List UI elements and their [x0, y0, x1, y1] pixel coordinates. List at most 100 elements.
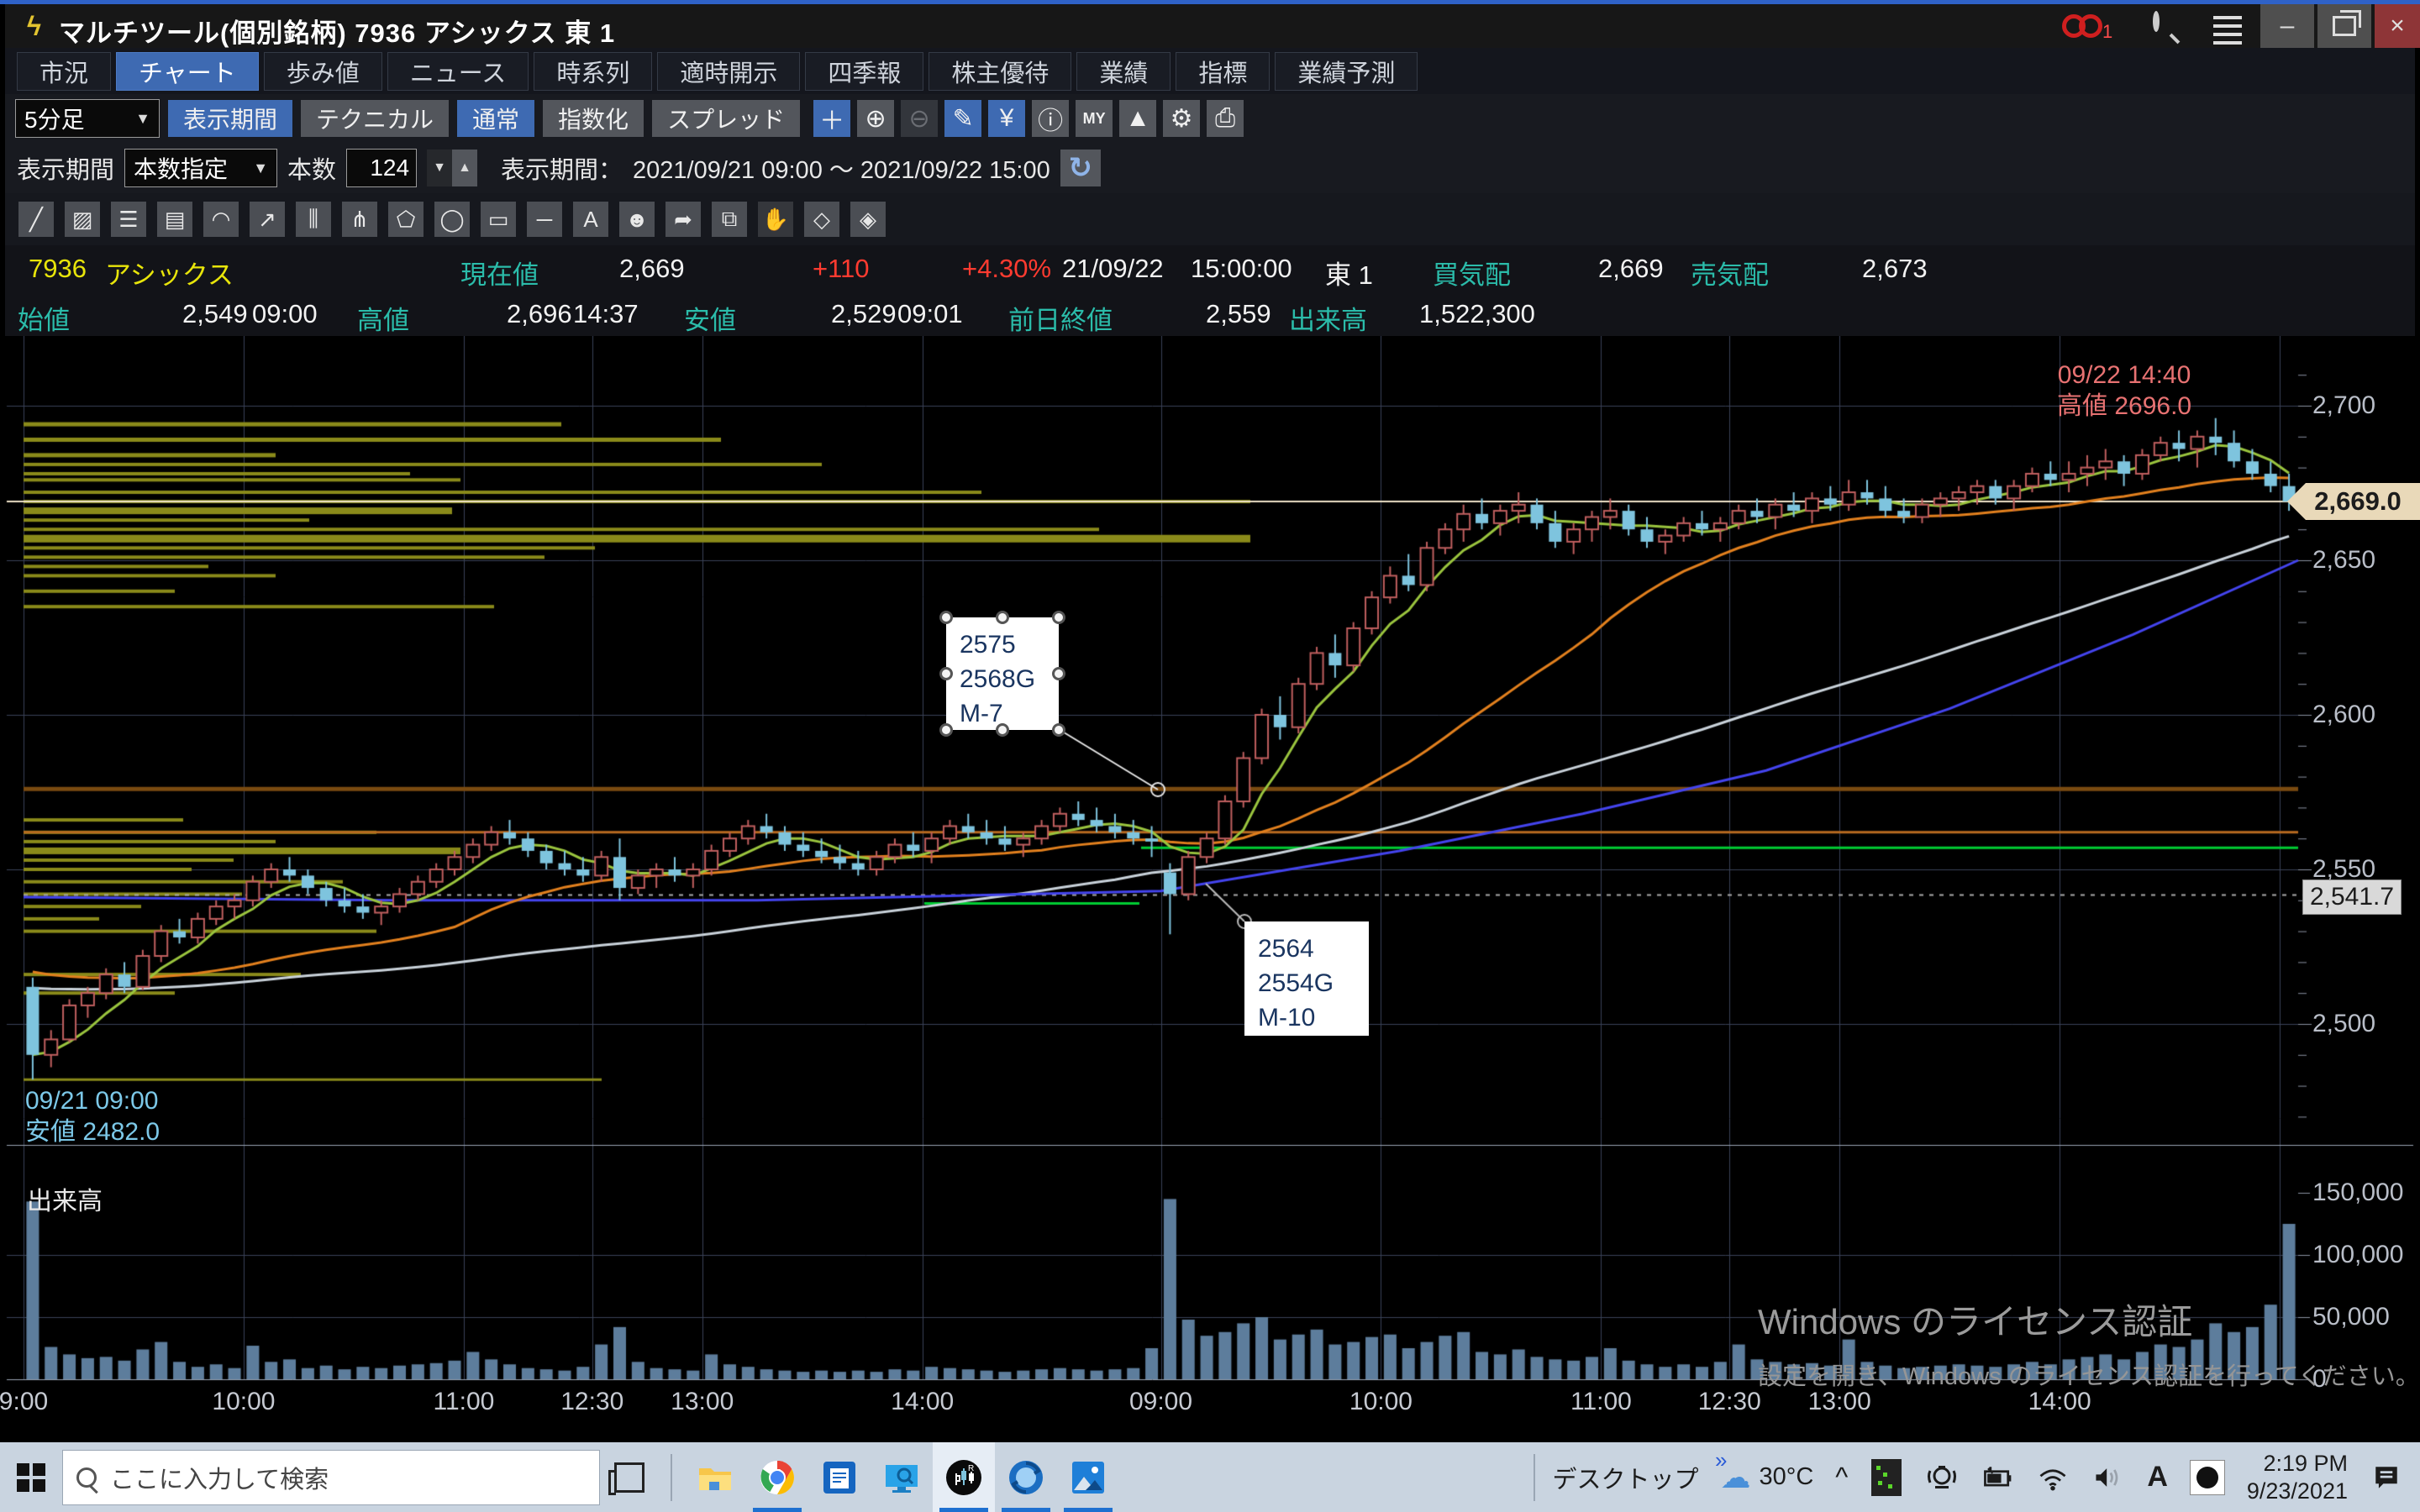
bar-count-input[interactable]: [346, 149, 417, 187]
selection-handle[interactable]: [1052, 611, 1065, 624]
start-button[interactable]: [0, 1442, 62, 1512]
menu-hamburger-icon[interactable]: [2213, 16, 2242, 28]
horizontal-lines-tool-icon[interactable]: ☰: [111, 202, 146, 237]
weather-widget[interactable]: ☁ 30°C: [1721, 1460, 1814, 1495]
crosshair-icon[interactable]: ＋: [813, 100, 850, 137]
selection-handle[interactable]: [939, 667, 953, 680]
selection-handle[interactable]: [939, 611, 953, 624]
camera-tray-icon[interactable]: [1925, 1458, 1959, 1497]
search-icon[interactable]: [2153, 14, 2160, 29]
icon-stamp-tool-icon[interactable]: ☻: [619, 202, 655, 237]
trading-app-taskbar-button[interactable]: R: [933, 1442, 995, 1512]
parallel-lines-tool-icon[interactable]: ▨: [65, 202, 100, 237]
restore-button[interactable]: [2317, 4, 2371, 48]
tab-指標[interactable]: 指標: [1176, 52, 1270, 91]
file-explorer-taskbar-button[interactable]: [684, 1442, 746, 1512]
speaker-tray-icon[interactable]: [2091, 1458, 2125, 1497]
hand-tool-icon[interactable]: ✋: [758, 202, 793, 237]
selection-handle[interactable]: [996, 611, 1009, 624]
spread-button[interactable]: スプレッド: [652, 100, 800, 137]
volume-pane-label: 出来高: [27, 1180, 103, 1217]
yen-axis-icon[interactable]: ¥: [988, 100, 1025, 137]
normal-button[interactable]: 通常: [457, 100, 534, 137]
reload-icon[interactable]: ↻: [1060, 150, 1101, 186]
search-monitor-app-taskbar-button[interactable]: [871, 1442, 933, 1512]
minimize-button[interactable]: –: [2260, 4, 2314, 48]
taskbar-search-input[interactable]: ここに入力して検索: [62, 1450, 600, 1505]
pointer-tool-icon[interactable]: ➦: [666, 202, 701, 237]
display-period-button[interactable]: 表示期間: [168, 100, 292, 137]
pitchfork-tool-icon[interactable]: ⋔: [342, 202, 377, 237]
erase-all-tool-icon[interactable]: ◈: [850, 202, 886, 237]
drawn-note[interactable]: 2564 2554G M-10: [1244, 921, 1369, 1036]
running-indicator: [939, 1508, 988, 1512]
indexed-button[interactable]: 指数化: [543, 100, 644, 137]
tab-業績予測[interactable]: 業績予測: [1275, 52, 1418, 91]
tab-歩み値[interactable]: 歩み値: [264, 52, 382, 91]
mail-app-taskbar-button[interactable]: [808, 1442, 871, 1512]
taskbar-clock[interactable]: 2:19 PM 9/23/2021: [2247, 1450, 2348, 1505]
ellipse-tool-icon[interactable]: ◯: [434, 202, 470, 237]
tab-四季報[interactable]: 四季報: [805, 52, 923, 91]
horizontal-segment-tool-icon[interactable]: ─: [527, 202, 562, 237]
chrome-taskbar-button[interactable]: [746, 1442, 808, 1512]
price-axis-label: 2,700: [2312, 391, 2375, 420]
high-annotation: 09/22 14:40 高値 2696.0: [2057, 360, 2191, 422]
trendline-tool-icon[interactable]: ╱: [18, 202, 54, 237]
mountain-chart-icon[interactable]: ▲: [1119, 100, 1156, 137]
period-mode-dropdown[interactable]: 本数指定▼: [124, 149, 277, 187]
selection-handle[interactable]: [996, 723, 1009, 737]
info-icon[interactable]: ⓘ: [1032, 100, 1069, 137]
close-button[interactable]: ×: [2375, 4, 2420, 48]
selection-handle[interactable]: [939, 723, 953, 737]
rectangle-tool-icon[interactable]: ▭: [481, 202, 516, 237]
interval-dropdown[interactable]: 5分足▼: [15, 99, 160, 138]
desktop-toolbar[interactable]: デスクトップ »: [1534, 1454, 1698, 1501]
count-increment-button[interactable]: ▲: [452, 150, 477, 186]
pentagon-tool-icon[interactable]: ⬠: [388, 202, 424, 237]
toolbar-overflow-chevrons[interactable]: »: [1715, 1447, 1727, 1473]
selection-handle[interactable]: [1052, 667, 1065, 680]
battery-tray-icon[interactable]: [1981, 1458, 2014, 1497]
stock-ticker-tray-icon[interactable]: [1870, 1458, 1903, 1497]
my-chart-icon[interactable]: MY: [1076, 100, 1113, 137]
tab-適時開示[interactable]: 適時開示: [657, 52, 800, 91]
time-zones-tool-icon[interactable]: ⫼: [296, 202, 331, 237]
print-icon[interactable]: ⎙: [1207, 100, 1244, 137]
link-group-icon[interactable]: 1: [2062, 14, 2112, 43]
zoom-in-icon[interactable]: ⊕: [857, 100, 894, 137]
text-tool-icon[interactable]: A: [573, 202, 608, 237]
hidden-icons-chevron[interactable]: ^: [1835, 1462, 1848, 1493]
chart-area[interactable]: 2,7002,6502,6002,5502,500150,000100,0005…: [0, 336, 2420, 1438]
tab-株主優待[interactable]: 株主優待: [929, 52, 1071, 91]
period-toolbar: 表示期間 本数指定▼ 本数 ▼ ▲ 表示期間： 2021/09/21 09:00…: [5, 143, 2415, 193]
fan-lines-tool-icon[interactable]: ↗: [250, 202, 285, 237]
tab-市況[interactable]: 市況: [17, 52, 111, 91]
draw-pencil-icon[interactable]: ✎: [944, 100, 981, 137]
tab-業績[interactable]: 業績: [1076, 52, 1171, 91]
tab-ニュース[interactable]: ニュース: [387, 52, 529, 91]
candlestick-chart-canvas[interactable]: [0, 336, 2420, 1438]
drawn-note-selected[interactable]: 2575 2568G M-7: [946, 617, 1059, 730]
fibo-retracement-tool-icon[interactable]: ▤: [157, 202, 192, 237]
quote-row-primary: 7936アシックス現在値2,669+110+4.30%21/09/2215:00…: [5, 245, 2415, 291]
fibo-arcs-tool-icon[interactable]: ◠: [203, 202, 239, 237]
settings-wrench-icon[interactable]: ⚙: [1163, 100, 1200, 137]
eraser-tool-icon[interactable]: ◇: [804, 202, 839, 237]
task-view-button[interactable]: [600, 1442, 659, 1512]
bid-value: 2,669: [1598, 254, 1664, 284]
tab-時系列[interactable]: 時系列: [534, 52, 652, 91]
copy-object-tool-icon[interactable]: ⧉: [712, 202, 747, 237]
zoom-out-icon[interactable]: ⊖: [901, 100, 938, 137]
selection-handle[interactable]: [1052, 723, 1065, 737]
ime-mode-icon[interactable]: [2190, 1460, 2225, 1495]
tab-チャート[interactable]: チャート: [116, 52, 259, 91]
sync-app-taskbar-button[interactable]: [995, 1442, 1057, 1512]
action-center-icon[interactable]: [2370, 1458, 2403, 1497]
period-label: 表示期間: [17, 150, 114, 186]
ime-language-icon[interactable]: A: [2147, 1461, 2168, 1494]
technical-button[interactable]: テクニカル: [301, 100, 449, 137]
count-decrement-button[interactable]: ▼: [427, 150, 452, 186]
wifi-tray-icon[interactable]: [2036, 1458, 2070, 1497]
photos-app-taskbar-button[interactable]: [1057, 1442, 1119, 1512]
